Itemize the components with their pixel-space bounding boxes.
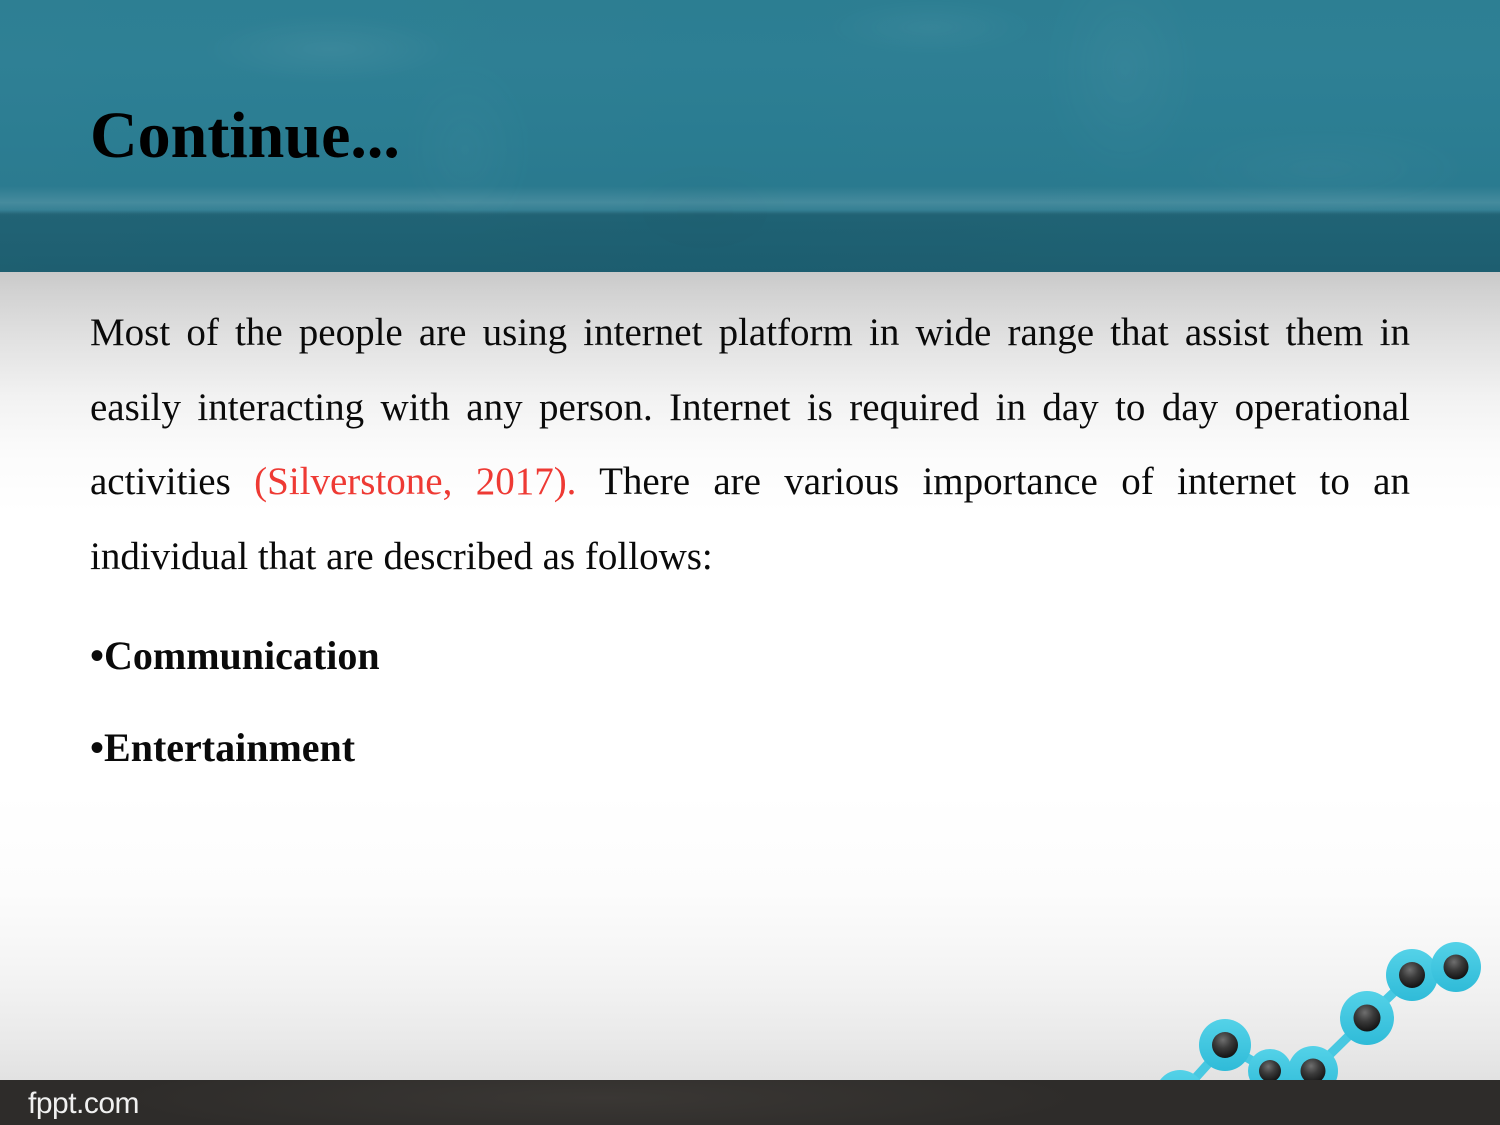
slide-content: Most of the people are using internet pl… xyxy=(90,296,1410,768)
citation-reference: (Silverstone, 2017). xyxy=(254,460,577,503)
list-item-label: Entertainment xyxy=(104,725,356,770)
bullet-point-icon: • xyxy=(90,633,105,678)
list-item: •Communication xyxy=(90,636,1410,676)
fppt-logo: fppt.com xyxy=(28,1087,140,1120)
slide-canvas: Continue... Most of the people are using… xyxy=(0,0,1500,1125)
body-paragraph: Most of the people are using internet pl… xyxy=(90,296,1410,594)
slide-footer-bar: fppt.com xyxy=(0,1080,1500,1125)
header-sheen xyxy=(0,186,1500,216)
list-item: •Entertainment xyxy=(90,728,1410,768)
bullet-point-icon: • xyxy=(90,725,105,770)
list-item-label: Communication xyxy=(104,633,380,678)
bullet-list: •Communication •Entertainment xyxy=(90,636,1410,768)
page-title: Continue... xyxy=(90,99,400,172)
